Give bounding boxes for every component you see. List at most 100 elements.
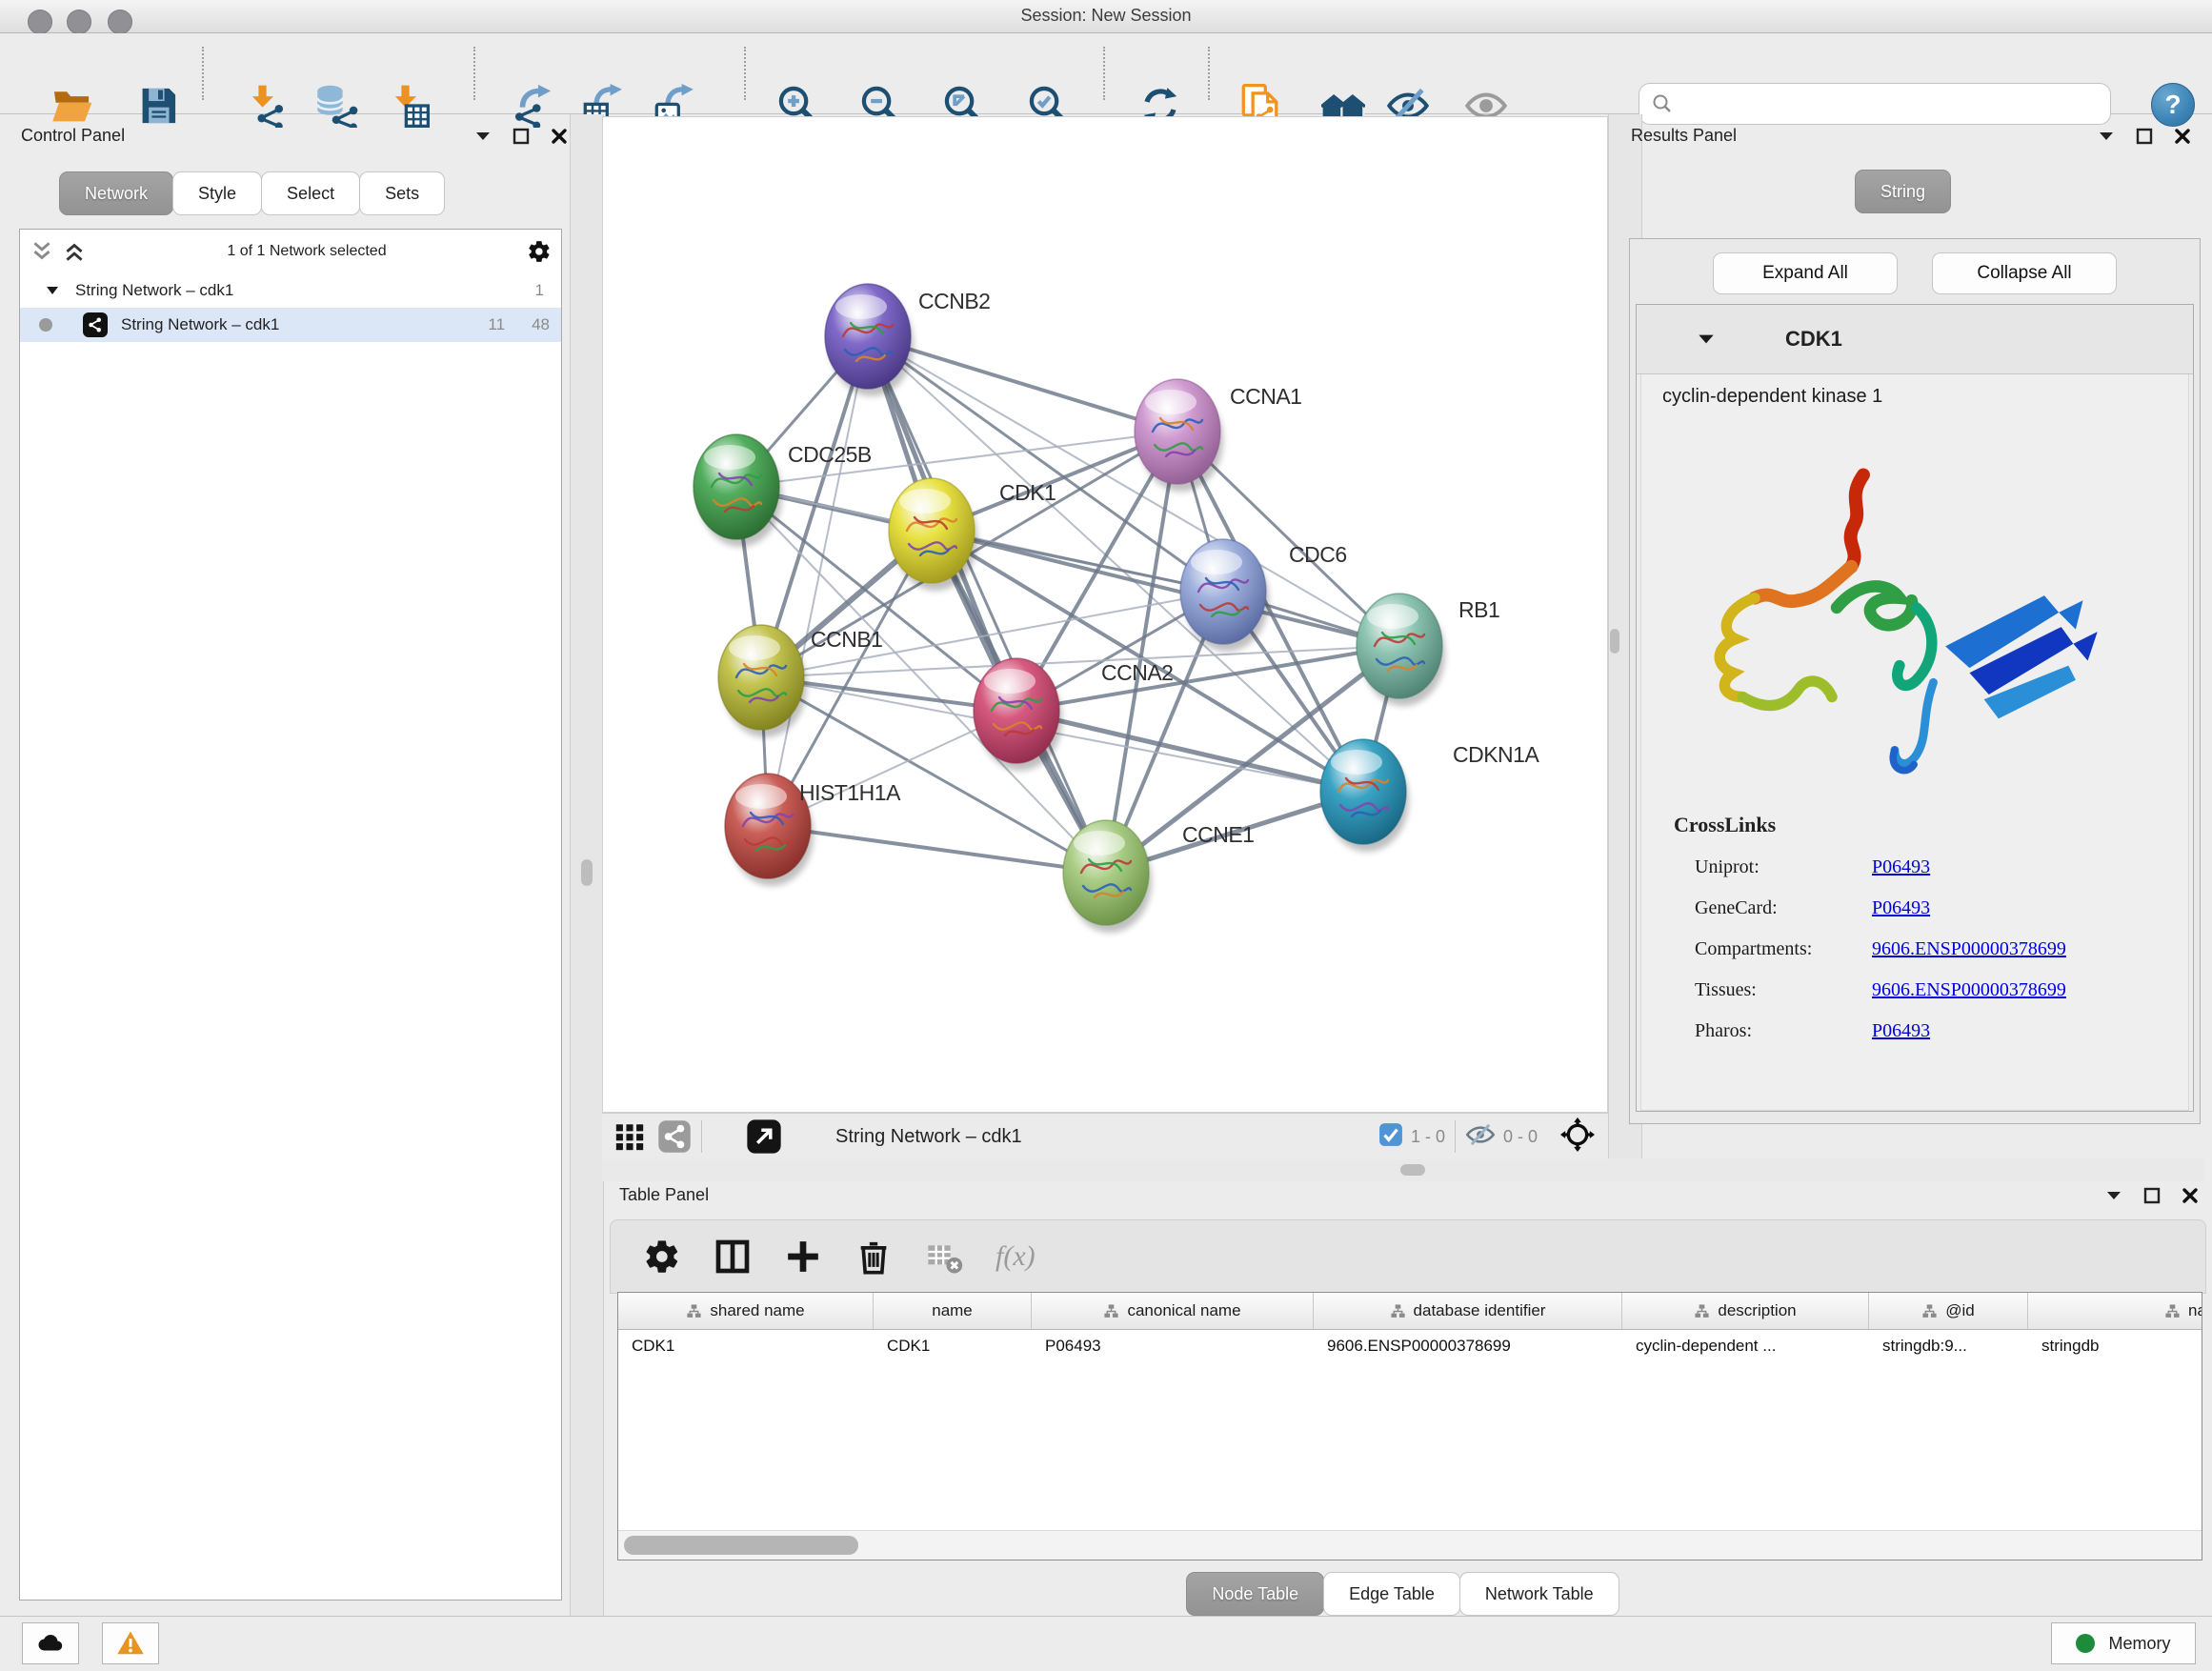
table-row[interactable]: CDK1CDK1P064939606.ENSP00000378699cyclin… xyxy=(618,1330,2202,1362)
node-result-body: cyclin-dependent kinase 1 xyxy=(1640,374,2189,1111)
edge-hist1h1a-ccne1[interactable] xyxy=(768,826,1106,873)
column-header-namespace[interactable]: namespace xyxy=(2028,1293,2202,1329)
results-tab-string[interactable]: String xyxy=(1856,170,1951,213)
status-bar: Memory xyxy=(0,1616,2212,1671)
node-gloss xyxy=(1331,750,1382,775)
edge-ccna2-cdkn1a[interactable] xyxy=(1016,711,1363,792)
shared-column-icon xyxy=(1921,1303,1938,1319)
collapse-entry-icon[interactable] xyxy=(1696,329,1717,350)
crosslink-label: Tissues: xyxy=(1695,979,1872,1001)
collection-label: String Network – cdk1 xyxy=(75,281,233,300)
network-collection-row[interactable]: String Network – cdk1 1 xyxy=(20,273,561,308)
crosslink-link[interactable]: 9606.ENSP00000378699 xyxy=(1872,979,2066,1001)
node-result-header[interactable]: CDK1 xyxy=(1637,305,2193,374)
toolbar-separator xyxy=(1103,47,1105,100)
tab-network[interactable]: Network xyxy=(59,171,173,215)
network-tree: 1 of 1 Network selected String Network –… xyxy=(19,229,562,1601)
table-toolbar: f(x) xyxy=(610,1219,2206,1294)
table-cell: CDK1 xyxy=(874,1330,1032,1362)
panel-close-icon[interactable] xyxy=(549,126,570,147)
table-panel-window-controls xyxy=(2103,1185,2201,1206)
node-label-ccna2: CCNA2 xyxy=(1101,660,1173,685)
edge-ccnb2-ccne1[interactable] xyxy=(868,336,1106,873)
collapse-all-button[interactable]: Collapse All xyxy=(1932,252,2117,294)
search-icon xyxy=(1651,92,1674,115)
crosslink-label: Pharos: xyxy=(1695,1020,1872,1042)
selected-checkbox-icon[interactable] xyxy=(1378,1122,1403,1152)
shared-column-icon xyxy=(1103,1303,1119,1319)
results-panel: Results Panel String Expand All Collapse… xyxy=(1619,116,2204,1158)
panel-menu-icon[interactable] xyxy=(473,126,493,147)
node-label-cdkn1a: CDKN1A xyxy=(1453,742,1539,767)
network-view[interactable]: CCNB2CCNA1CDC25BCDK1CDC6RB1CCNB1CCNA2CDK… xyxy=(602,116,1608,1113)
panel-close-icon[interactable] xyxy=(2180,1185,2201,1206)
network-row-selected[interactable]: String Network – cdk1 11 48 xyxy=(20,308,561,342)
panel-float-icon[interactable] xyxy=(2134,126,2155,147)
crosslink-link[interactable]: P06493 xyxy=(1872,1020,1930,1042)
crosslink-link[interactable]: P06493 xyxy=(1872,897,1930,919)
detach-view-icon[interactable] xyxy=(746,1118,782,1155)
panel-menu-icon[interactable] xyxy=(2096,126,2117,147)
node-gloss xyxy=(1191,550,1242,574)
add-column-icon[interactable] xyxy=(784,1238,822,1276)
network-graph[interactable]: CCNB2CCNA1CDC25BCDK1CDC6RB1CCNB1CCNA2CDK… xyxy=(603,117,1609,1114)
tab-edge-table[interactable]: Edge Table xyxy=(1323,1572,1460,1616)
column-header-databaseidentifier[interactable]: database identifier xyxy=(1314,1293,1622,1329)
panel-menu-icon[interactable] xyxy=(2103,1185,2124,1206)
warnings-button[interactable] xyxy=(102,1622,159,1664)
node-gloss xyxy=(1367,604,1418,629)
tree-expand-icon[interactable] xyxy=(43,281,62,300)
left-splitter[interactable] xyxy=(570,114,604,1616)
memory-status-icon xyxy=(2076,1634,2095,1653)
column-header-name[interactable]: name xyxy=(874,1293,1032,1329)
function-builder-icon[interactable]: f(x) xyxy=(995,1240,1036,1273)
delete-table-icon[interactable] xyxy=(925,1238,963,1276)
network-current-dot-icon xyxy=(39,318,52,332)
table-horizontal-scrollbar[interactable] xyxy=(618,1530,2202,1560)
cloud-button[interactable] xyxy=(22,1622,79,1664)
collapse-all-icon[interactable] xyxy=(30,239,54,264)
collection-count: 1 xyxy=(535,281,544,300)
tree-options-gear-icon[interactable] xyxy=(527,239,552,264)
results-panel-title: Results Panel xyxy=(1631,126,1737,146)
memory-button[interactable]: Memory xyxy=(2051,1622,2196,1664)
edge-ccnb2-ccna1[interactable] xyxy=(868,336,1177,432)
scrollbar-thumb[interactable] xyxy=(624,1536,858,1555)
column-header-description[interactable]: description xyxy=(1622,1293,1869,1329)
hidden-eye-icon[interactable] xyxy=(1465,1119,1496,1155)
expand-all-icon[interactable] xyxy=(62,239,87,264)
column-header-sharedname[interactable]: shared name xyxy=(618,1293,874,1329)
tab-node-table[interactable]: Node Table xyxy=(1186,1572,1324,1616)
tab-style[interactable]: Style xyxy=(172,171,262,215)
grid-view-icon[interactable] xyxy=(613,1120,646,1153)
column-header-id[interactable]: @id xyxy=(1869,1293,2028,1329)
network-view-icon[interactable] xyxy=(657,1119,692,1154)
shared-column-icon xyxy=(1390,1303,1406,1319)
crosslink-link[interactable]: P06493 xyxy=(1872,856,1930,878)
node-gloss xyxy=(735,784,787,809)
column-header-canonicalname[interactable]: canonical name xyxy=(1032,1293,1314,1329)
table-options-gear-icon[interactable] xyxy=(643,1238,681,1276)
expand-all-button[interactable]: Expand All xyxy=(1713,252,1898,294)
window-title: Session: New Session xyxy=(0,6,2212,26)
search-input[interactable] xyxy=(1681,93,2099,114)
network-label: String Network – cdk1 xyxy=(121,315,279,334)
tab-network-table[interactable]: Network Table xyxy=(1459,1572,1619,1616)
tab-select[interactable]: Select xyxy=(261,171,360,215)
node-gloss xyxy=(984,669,1036,694)
node-result-name: CDK1 xyxy=(1785,327,1842,352)
string-results-box: Expand All Collapse All CDK1 cyclin-depe… xyxy=(1629,238,2201,1124)
panel-float-icon[interactable] xyxy=(2142,1185,2162,1206)
horizontal-splitter[interactable] xyxy=(602,1158,2204,1181)
node-gloss xyxy=(704,445,755,470)
panel-close-icon[interactable] xyxy=(2172,126,2193,147)
birdseye-icon[interactable] xyxy=(1560,1117,1595,1157)
delete-column-icon[interactable] xyxy=(855,1238,893,1276)
node-gloss xyxy=(729,635,780,660)
show-columns-icon[interactable] xyxy=(714,1238,752,1276)
panel-float-icon[interactable] xyxy=(511,126,532,147)
network-node-count: 11 xyxy=(488,315,505,334)
crosslink-link[interactable]: 9606.ENSP00000378699 xyxy=(1872,938,2066,960)
tab-sets[interactable]: Sets xyxy=(359,171,445,215)
node-label-hist1h1a: HIST1H1A xyxy=(799,780,901,805)
